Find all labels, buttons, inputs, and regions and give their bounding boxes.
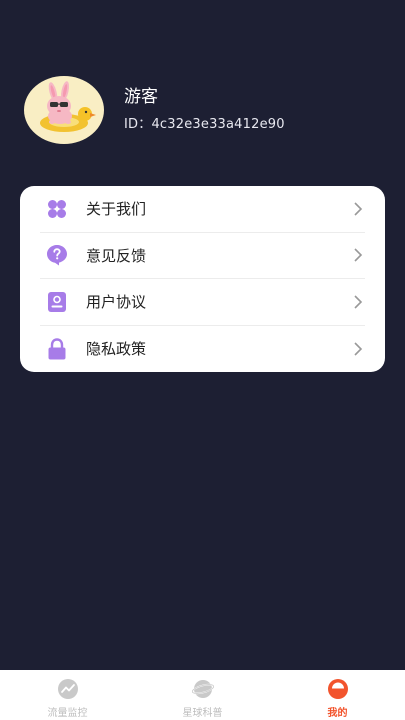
menu-item-feedback[interactable]: 意见反馈: [40, 233, 365, 279]
tab-traffic-monitor[interactable]: 流量监控: [0, 670, 135, 720]
grid-icon: [46, 198, 68, 220]
chevron-right-icon: [354, 342, 363, 356]
chevron-right-icon: [354, 248, 363, 262]
chevron-right-icon: [354, 295, 363, 309]
tab-label: 流量监控: [47, 708, 88, 719]
user-id: ID：4c32e3e33a412e90: [124, 117, 285, 132]
traffic-monitor-icon: [57, 679, 78, 699]
settings-menu: 关于我们 意见反馈 用户协议 隐私政策: [20, 186, 385, 372]
tab-label: 我的: [327, 708, 348, 719]
lock-icon: [46, 338, 68, 360]
username: 游客: [124, 87, 158, 107]
tab-label: 星球科普: [182, 708, 223, 719]
question-bubble-icon: [46, 244, 68, 266]
user-icon: [327, 679, 348, 699]
menu-label: 关于我们: [86, 200, 147, 219]
document-user-icon: [46, 291, 68, 313]
bottom-tab-bar: 流量监控 星球科普 我的: [0, 670, 405, 720]
menu-item-about[interactable]: 关于我们: [40, 186, 365, 233]
menu-label: 用户协议: [86, 293, 147, 312]
tab-planet-science[interactable]: 星球科普: [135, 670, 270, 720]
menu-label: 意见反馈: [86, 246, 147, 265]
tab-mine[interactable]: 我的: [270, 670, 405, 720]
menu-item-user-agreement[interactable]: 用户协议: [40, 279, 365, 326]
menu-label: 隐私政策: [86, 340, 147, 359]
profile-header: 游客 ID：4c32e3e33a412e90: [24, 76, 285, 144]
chevron-right-icon: [354, 202, 363, 216]
planet-icon: [191, 680, 214, 698]
avatar[interactable]: [24, 76, 104, 144]
menu-item-privacy-policy[interactable]: 隐私政策: [40, 326, 365, 373]
user-info: 游客 ID：4c32e3e33a412e90: [124, 86, 285, 134]
